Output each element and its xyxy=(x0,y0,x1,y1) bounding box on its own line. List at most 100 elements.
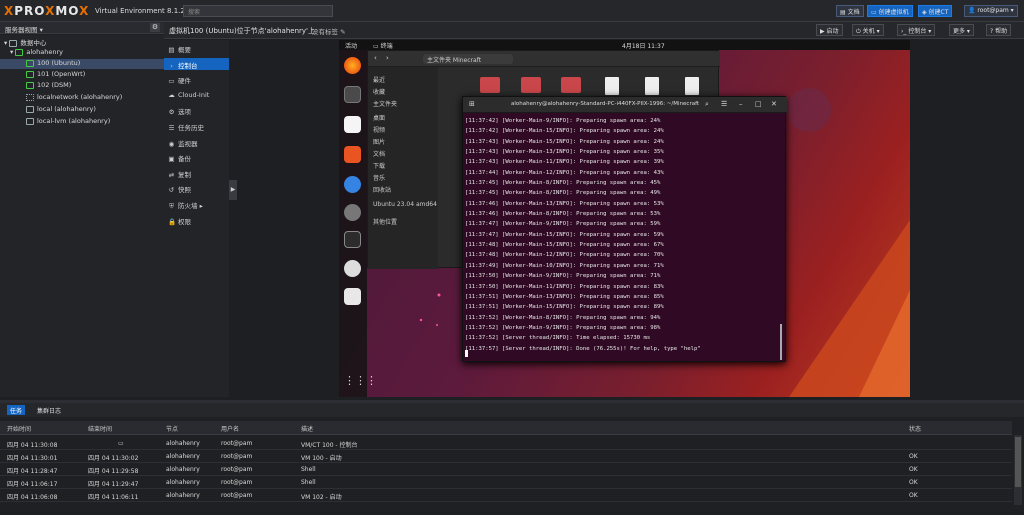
terminal-scrollbar[interactable] xyxy=(780,324,782,360)
files-sidebar-item[interactable]: 下载 xyxy=(373,161,385,170)
terminal-icon[interactable] xyxy=(344,231,361,248)
user-menu-button[interactable]: 👤 root@pam ▾ xyxy=(964,5,1018,17)
vm-nav-item[interactable]: 🔒 权限 xyxy=(164,214,229,226)
maximize-icon[interactable]: □ xyxy=(755,100,762,108)
create-ct-button[interactable]: ◈ 创建CT xyxy=(918,5,953,17)
nav-label: 控制台 xyxy=(178,61,198,70)
activities-button[interactable]: 活动 xyxy=(345,41,357,50)
tree-item-vm-102[interactable]: 102 (DSM) xyxy=(0,81,164,91)
menu-icon[interactable]: ☰ xyxy=(721,100,727,108)
nav-icon: ⇄ xyxy=(168,170,175,179)
path-bar[interactable]: 主文件夹 Minecraft xyxy=(423,54,513,64)
app-menu[interactable]: ▭ 终端 xyxy=(373,41,393,50)
terminal-output[interactable]: [11:37:42] [Worker-Main-9/INFO]: Prepari… xyxy=(465,116,777,356)
table-cell: alohahenry xyxy=(166,453,200,460)
tab-tasks[interactable]: 任务 xyxy=(7,405,26,415)
table-cell: root@pam xyxy=(221,479,253,486)
vm-nav-item[interactable]: › 控制台 xyxy=(164,57,229,70)
docs-button[interactable]: ▤ 文档 xyxy=(836,5,864,17)
gear-icon[interactable]: ⚙ xyxy=(150,23,160,32)
close-icon[interactable]: ✕ xyxy=(771,100,777,108)
table-row[interactable]: 四月 04 11:06:17 四月 04 11:29:47 alohahenry ro… xyxy=(0,476,1012,489)
vm-nav-item[interactable]: ☰ 任务历史 xyxy=(164,120,229,132)
files-sidebar-item[interactable]: 音乐 xyxy=(373,173,385,182)
table-row[interactable]: 四月 04 11:06:08 四月 04 11:06:11 alohahenry ro… xyxy=(0,489,1012,502)
column-header[interactable]: 开始时间 xyxy=(7,424,31,433)
table-cell: OK xyxy=(909,453,918,460)
tag-label[interactable]: 没有标签 ✎ xyxy=(312,26,346,36)
file-icon[interactable] xyxy=(685,77,699,95)
vm-nav-item[interactable]: ◉ 监视器 xyxy=(164,136,229,148)
search-input[interactable]: 搜索 xyxy=(183,5,333,17)
files-sidebar-item[interactable]: 图片 xyxy=(373,137,385,146)
clock[interactable]: 4月18日 11:37 xyxy=(622,41,665,50)
vm-nav-item[interactable]: ▣ 备份 xyxy=(164,151,229,163)
tree-item-storage-lvm[interactable]: local-lvm (alohahenry) xyxy=(0,117,164,127)
files-sidebar-item[interactable]: 其他位置 xyxy=(373,217,397,226)
view-selector[interactable]: 服务器视图 ▾ ⚙ xyxy=(0,22,164,34)
files-sidebar-item[interactable]: 最近 xyxy=(373,75,385,84)
minimize-icon[interactable]: – xyxy=(739,100,743,108)
table-row[interactable]: 四月 04 11:30:08 alohahenry root@pam VM/CT 10… xyxy=(0,437,1012,450)
help-icon[interactable] xyxy=(344,176,361,193)
help-button[interactable]: ? 帮助 xyxy=(986,24,1012,36)
vm-nav-item[interactable]: ⛨ 防火墙 ▸ xyxy=(164,198,229,210)
console-button[interactable]: ›_ 控制台 ▾ xyxy=(897,24,936,36)
column-header[interactable]: 描述 xyxy=(301,424,313,433)
back-icon[interactable]: ‹ xyxy=(374,54,377,62)
files-sidebar-item[interactable]: 桌面 xyxy=(373,113,385,122)
file-icon[interactable] xyxy=(605,77,619,95)
tree-item-storage-local[interactable]: local (alohahenry) xyxy=(0,105,164,115)
column-header[interactable]: 状态 xyxy=(909,424,921,433)
more-button[interactable]: 更多 ▾ xyxy=(949,24,974,36)
shutdown-button[interactable]: ⏻ 关机 ▾ xyxy=(852,24,884,36)
start-button[interactable]: ▶ 启动 xyxy=(816,24,843,36)
tree-item-network[interactable]: localnetwork (alohahenry) xyxy=(0,93,164,103)
disc-icon[interactable] xyxy=(344,260,361,277)
trash-icon[interactable] xyxy=(344,288,361,305)
files-sidebar-item[interactable]: 视频 xyxy=(373,125,385,134)
settings-icon[interactable] xyxy=(344,204,361,221)
software-center-icon[interactable] xyxy=(344,146,361,163)
column-header[interactable]: 用户名 xyxy=(221,424,239,433)
files-sidebar-item[interactable]: 收藏 xyxy=(373,87,385,96)
column-header[interactable]: 结束时间 xyxy=(88,424,112,433)
table-row[interactable]: 四月 04 11:30:01 四月 04 11:30:02 alohahenry ro… xyxy=(0,450,1012,463)
terminal-window[interactable]: ⊞ alohahenry@alohahenry-Standard-PC-i440… xyxy=(462,96,787,362)
files-sidebar-item[interactable]: 文档 xyxy=(373,149,385,158)
proxmox-logo[interactable]: XPROXMOX xyxy=(4,4,89,18)
tab-cluster-log[interactable]: 集群日志 xyxy=(34,405,64,415)
tree-item-datacenter[interactable]: ▾ 数据中心 xyxy=(0,37,164,47)
files-sidebar-item[interactable]: 回收站 xyxy=(373,185,391,194)
file-icon[interactable] xyxy=(645,77,659,95)
vm-nav-item[interactable]: ⇄ 复制 xyxy=(164,167,229,179)
vm-nav-item[interactable]: ⚙ 选项 xyxy=(164,104,229,116)
vm-nav-item[interactable]: ☁ Cloud-Init xyxy=(164,89,229,101)
app-grid-icon[interactable]: ⋮⋮⋮ xyxy=(344,374,377,391)
firefox-icon[interactable] xyxy=(344,57,361,74)
new-tab-icon[interactable]: ⊞ xyxy=(469,100,475,108)
files-icon[interactable] xyxy=(344,116,361,133)
log-scrollbar[interactable] xyxy=(1014,435,1022,505)
mail-icon[interactable] xyxy=(344,86,361,103)
vm-console[interactable]: 活动 ▭ 终端 4月18日 11:37 ⋮⋮⋮ ‹ › 主文件夹 Minecra… xyxy=(339,40,910,397)
tree-item-vm-101[interactable]: 101 (OpenWrt) xyxy=(0,70,164,80)
tree-item-node[interactable]: ▾ alohahenry xyxy=(0,48,164,58)
folder-icon[interactable] xyxy=(561,77,581,93)
files-sidebar-item[interactable]: Ubuntu 23.04 amd64 xyxy=(373,201,437,208)
vm-nav-item[interactable]: ↺ 快照 xyxy=(164,182,229,194)
table-header: 开始时间 结束时间 节点 用户名 描述 状态 xyxy=(0,421,1012,435)
column-header[interactable]: 节点 xyxy=(166,424,178,433)
create-vm-button[interactable]: ▭ 创建虚拟机 xyxy=(867,5,913,17)
vm-nav-item[interactable]: ▤ 概要 xyxy=(164,42,229,54)
tree-item-vm-100[interactable]: 100 (Ubuntu) xyxy=(0,59,164,69)
search-icon[interactable]: ⌕ xyxy=(705,100,709,109)
table-row[interactable]: 四月 04 11:28:47 四月 04 11:29:58 alohahenry ro… xyxy=(0,463,1012,476)
folder-icon[interactable] xyxy=(480,77,500,93)
vm-nav-item[interactable]: ▭ 硬件 xyxy=(164,73,229,85)
collapse-handle[interactable]: ▶ xyxy=(229,180,237,200)
forward-icon[interactable]: › xyxy=(386,54,389,62)
folder-icon[interactable] xyxy=(521,77,541,93)
scroll-thumb[interactable] xyxy=(1015,437,1021,487)
files-sidebar-item[interactable]: 主文件夹 xyxy=(373,99,397,108)
